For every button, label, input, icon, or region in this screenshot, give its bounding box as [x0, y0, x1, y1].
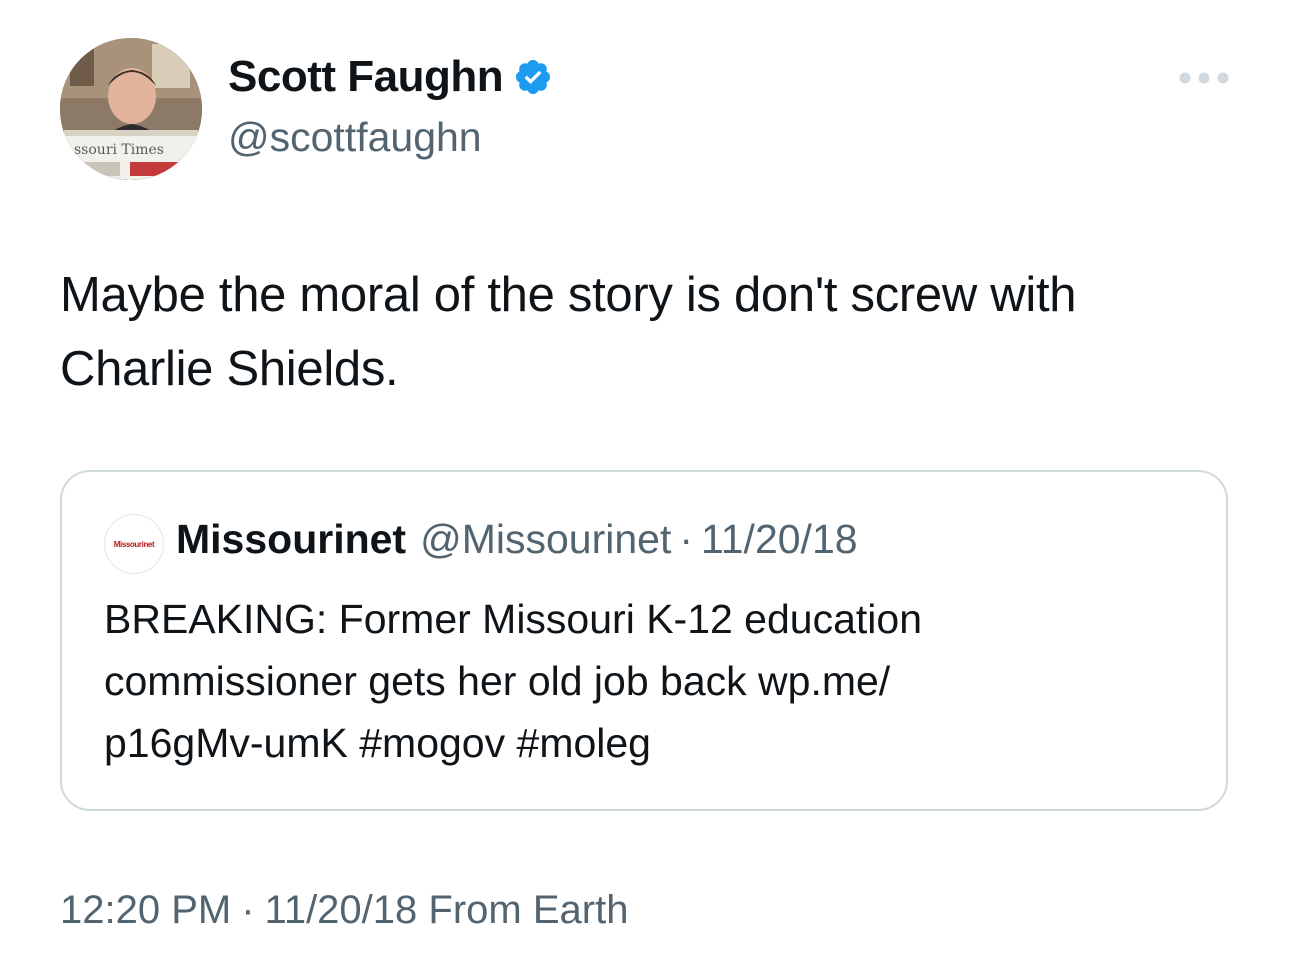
tweet-date[interactable]: 11/20/18: [265, 888, 418, 932]
more-dots-icon: [1179, 72, 1229, 84]
tweet-time[interactable]: 12:20 PM: [60, 888, 231, 932]
tweet-text: Maybe the moral of the story is don't sc…: [60, 258, 1240, 406]
quoted-tweet-card[interactable]: Missourinet Missourinet @Missourinet · 1…: [60, 470, 1228, 811]
header-separator: ·: [679, 516, 693, 562]
meta-separator: ·: [241, 888, 255, 932]
author-name[interactable]: Scott Faughn: [228, 52, 504, 102]
author-avatar[interactable]: ssouri Times: [60, 38, 202, 180]
tweet: ssouri Times Scott Faughn @scottfaughn M…: [0, 0, 1290, 957]
hashtag-moleg[interactable]: #moleg: [517, 720, 651, 766]
author-handle[interactable]: @scottfaughn: [228, 114, 482, 161]
quoted-tweet-text: BREAKING: Former Missouri K-12 education…: [104, 588, 1184, 774]
svg-text:ssouri Times: ssouri Times: [74, 142, 164, 158]
quoted-tweet-date[interactable]: 11/20/18: [701, 516, 858, 563]
verified-badge-icon: [516, 59, 551, 95]
quoted-link-continued[interactable]: p16gMv-umK: [104, 720, 348, 766]
quoted-link[interactable]: wp.me/: [758, 658, 890, 704]
hashtag-mogov[interactable]: #mogov: [359, 720, 505, 766]
missourinet-logo: Missourinet: [113, 539, 155, 549]
more-options-button[interactable]: [1176, 60, 1232, 96]
tweet-text-line: Charlie Shields.: [60, 342, 399, 396]
tweet-source: From Earth: [428, 888, 629, 932]
quoted-author-avatar[interactable]: Missourinet: [104, 514, 164, 574]
quoted-author-name[interactable]: Missourinet: [176, 516, 406, 563]
profile-photo-icon: ssouri Times: [60, 38, 202, 180]
tweet-metadata: 12:20 PM · 11/20/18 From Earth: [60, 888, 628, 933]
tweet-text-line: Maybe the moral of the story is don't sc…: [60, 268, 1077, 322]
quoted-author-handle[interactable]: @Missourinet: [420, 516, 671, 563]
quoted-text-part: commissioner gets her old job back: [104, 658, 759, 704]
quoted-text-line: p16gMv-umK #mogov #moleg: [104, 712, 1184, 774]
quoted-text-line: BREAKING: Former Missouri K-12 education: [104, 596, 922, 642]
author-name-row[interactable]: Scott Faughn: [228, 52, 553, 102]
quoted-tweet-header: Missourinet @Missourinet · 11/20/18: [176, 516, 858, 563]
quoted-text-line: commissioner gets her old job back wp.me…: [104, 650, 1184, 712]
